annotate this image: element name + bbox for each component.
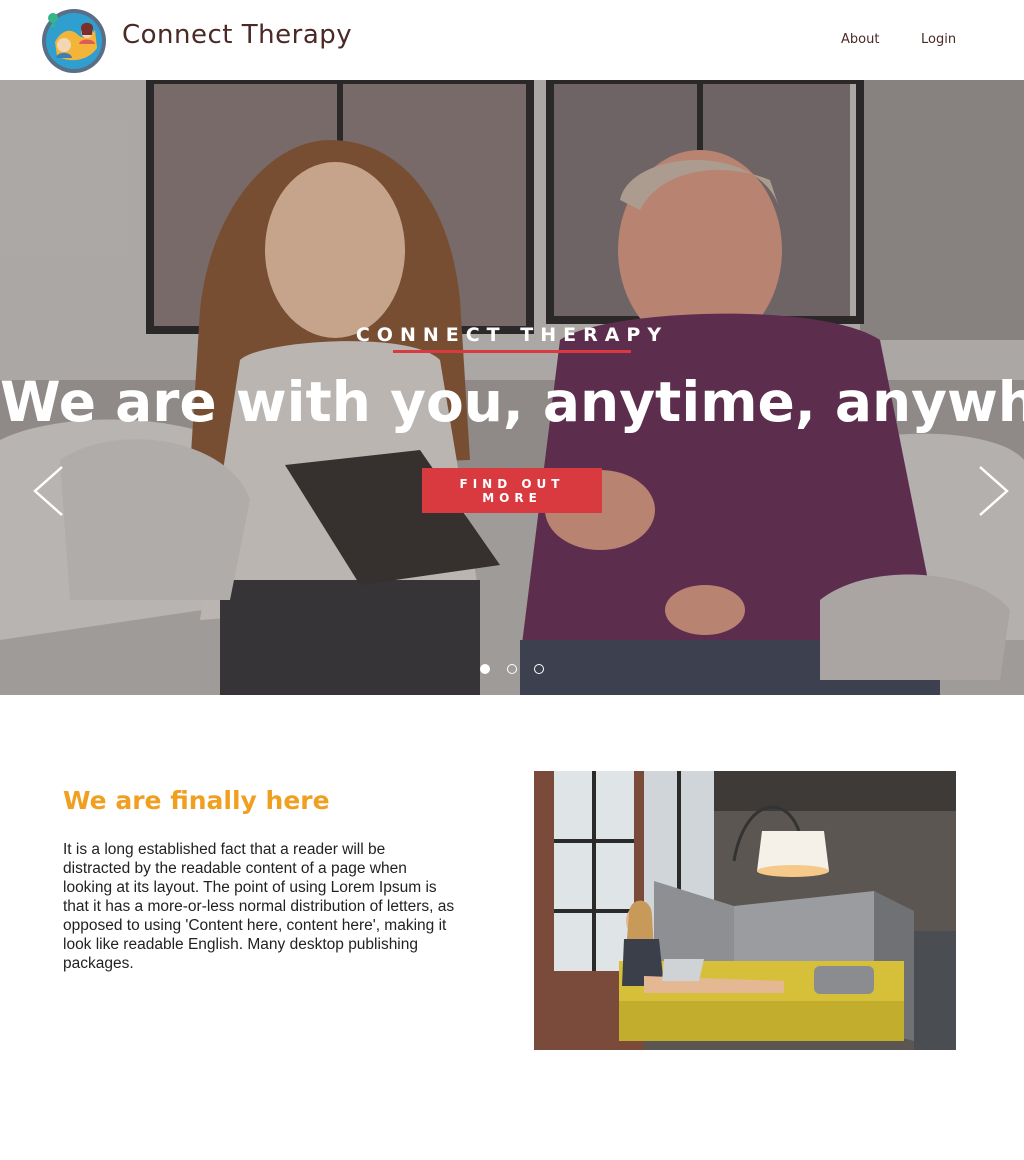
brand-name[interactable]: Connect Therapy <box>122 20 352 50</box>
site-header: Connect Therapy About Login <box>0 0 1024 80</box>
carousel-dot-2[interactable] <box>507 664 517 674</box>
hero-kicker: CONNECT THERAPY <box>355 324 669 346</box>
nav-login-link[interactable]: Login <box>921 32 956 47</box>
intro-title: We are finally here <box>63 786 330 815</box>
nav-about-link[interactable]: About <box>841 32 879 47</box>
kicker-underline <box>393 350 631 353</box>
hero-headline: We are with you, anytime, anywhere <box>0 370 1024 434</box>
chevron-left-icon[interactable] <box>32 465 64 517</box>
carousel-dot-3[interactable] <box>534 664 544 674</box>
connect-therapy-logo-icon[interactable] <box>41 8 107 74</box>
workspace-photo <box>534 771 956 1050</box>
chevron-right-icon[interactable] <box>978 465 1010 517</box>
intro-body: It is a long established fact that a rea… <box>63 841 455 972</box>
find-out-more-button[interactable]: FIND OUT MORE <box>422 468 602 513</box>
hero-carousel: CONNECT THERAPY We are with you, anytime… <box>0 80 1024 695</box>
carousel-dot-1[interactable] <box>480 664 490 674</box>
